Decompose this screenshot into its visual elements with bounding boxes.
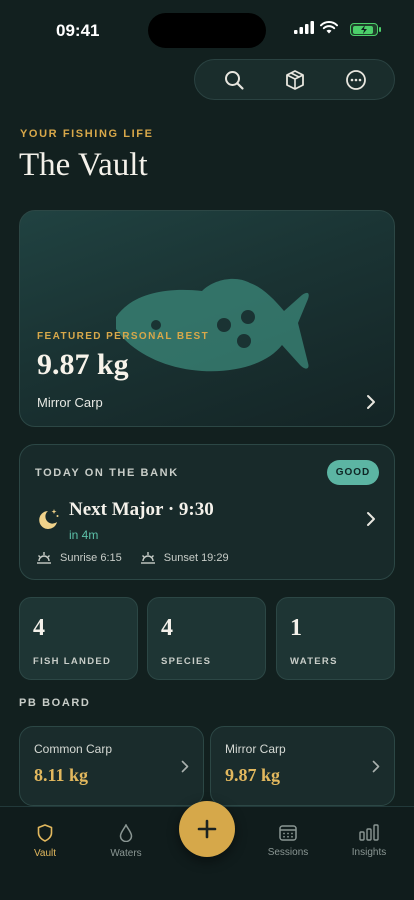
sunset-label: Sunset 19:29 — [163, 552, 229, 564]
wifi-icon — [320, 21, 338, 34]
calendar-icon — [279, 825, 297, 841]
water-drop-icon — [119, 824, 133, 842]
tab-waters[interactable]: Waters — [96, 824, 156, 859]
chevron-right-icon — [181, 760, 189, 773]
tab-label: Vault — [33, 848, 57, 859]
next-major-label: Next Major · 9:30 — [69, 499, 214, 520]
stat-label: WATERS — [290, 656, 338, 667]
countdown-label: in 4m — [69, 528, 99, 542]
stat-value: 4 — [161, 615, 173, 641]
chevron-right-icon — [372, 760, 380, 773]
stat-value: 1 — [290, 615, 302, 641]
pb-board-title: PB BOARD — [19, 697, 91, 709]
sunset-icon — [140, 552, 155, 564]
header-actions — [194, 59, 395, 100]
featured-weight: 9.87 kg — [37, 348, 129, 381]
box-icon — [285, 69, 304, 90]
signal-icon — [294, 21, 314, 34]
today-card[interactable]: TODAY ON THE BANK GOOD Next Major · 9:30… — [19, 444, 395, 580]
featured-label: FEATURED PERSONAL BEST — [37, 331, 210, 342]
page-title: The Vault — [19, 147, 148, 183]
tab-insights[interactable]: Insights — [339, 824, 399, 858]
featured-species: Mirror Carp — [37, 395, 103, 410]
dynamic-island — [148, 13, 266, 48]
stat-waters[interactable]: 1 WATERS — [276, 597, 395, 680]
tab-sessions[interactable]: Sessions — [258, 824, 318, 858]
search-icon — [224, 70, 244, 90]
status-icons — [294, 21, 338, 34]
stat-value: 4 — [33, 615, 45, 641]
chevron-right-icon — [367, 512, 375, 526]
moon-stars-icon — [39, 509, 59, 529]
shield-icon — [37, 824, 53, 842]
pb-card-common-carp[interactable]: Common Carp 8.11 kg — [19, 726, 204, 806]
tab-label: Waters — [110, 848, 142, 859]
battery-icon — [350, 23, 381, 36]
stat-label: SPECIES — [161, 656, 212, 667]
status-time: 09:41 — [56, 21, 100, 40]
bar-chart-icon — [359, 824, 379, 841]
tab-label: Sessions — [267, 847, 309, 858]
pb-weight: 9.87 kg — [225, 765, 281, 785]
page-eyebrow: YOUR FISHING LIFE — [20, 128, 154, 140]
box-button[interactable] — [278, 63, 312, 97]
plus-icon — [197, 819, 217, 839]
sunrise-icon — [37, 552, 51, 564]
status-badge: GOOD — [327, 460, 379, 485]
more-icon — [345, 69, 366, 90]
sun-times: Sunrise 6:15 Sunset 19:29 — [36, 551, 239, 565]
featured-pb-card[interactable]: FEATURED PERSONAL BEST 9.87 kg Mirror Ca… — [19, 210, 395, 427]
sunrise-label: Sunrise 6:15 — [60, 552, 122, 564]
pb-species: Common Carp — [34, 742, 113, 756]
pb-card-mirror-carp[interactable]: Mirror Carp 9.87 kg — [210, 726, 395, 806]
stat-fish-landed[interactable]: 4 FISH LANDED — [19, 597, 138, 680]
tab-vault[interactable]: Vault — [15, 824, 75, 859]
pb-weight: 8.11 kg — [34, 765, 89, 785]
tab-label: Insights — [351, 847, 387, 858]
stat-species[interactable]: 4 SPECIES — [147, 597, 266, 680]
chevron-right-icon — [367, 395, 375, 409]
add-catch-button[interactable] — [179, 801, 235, 857]
today-label: TODAY ON THE BANK — [35, 467, 179, 479]
pb-species: Mirror Carp — [225, 742, 286, 756]
search-button[interactable] — [217, 63, 251, 97]
fish-icon — [116, 278, 309, 372]
stat-label: FISH LANDED — [33, 656, 112, 667]
more-button[interactable] — [339, 63, 373, 97]
